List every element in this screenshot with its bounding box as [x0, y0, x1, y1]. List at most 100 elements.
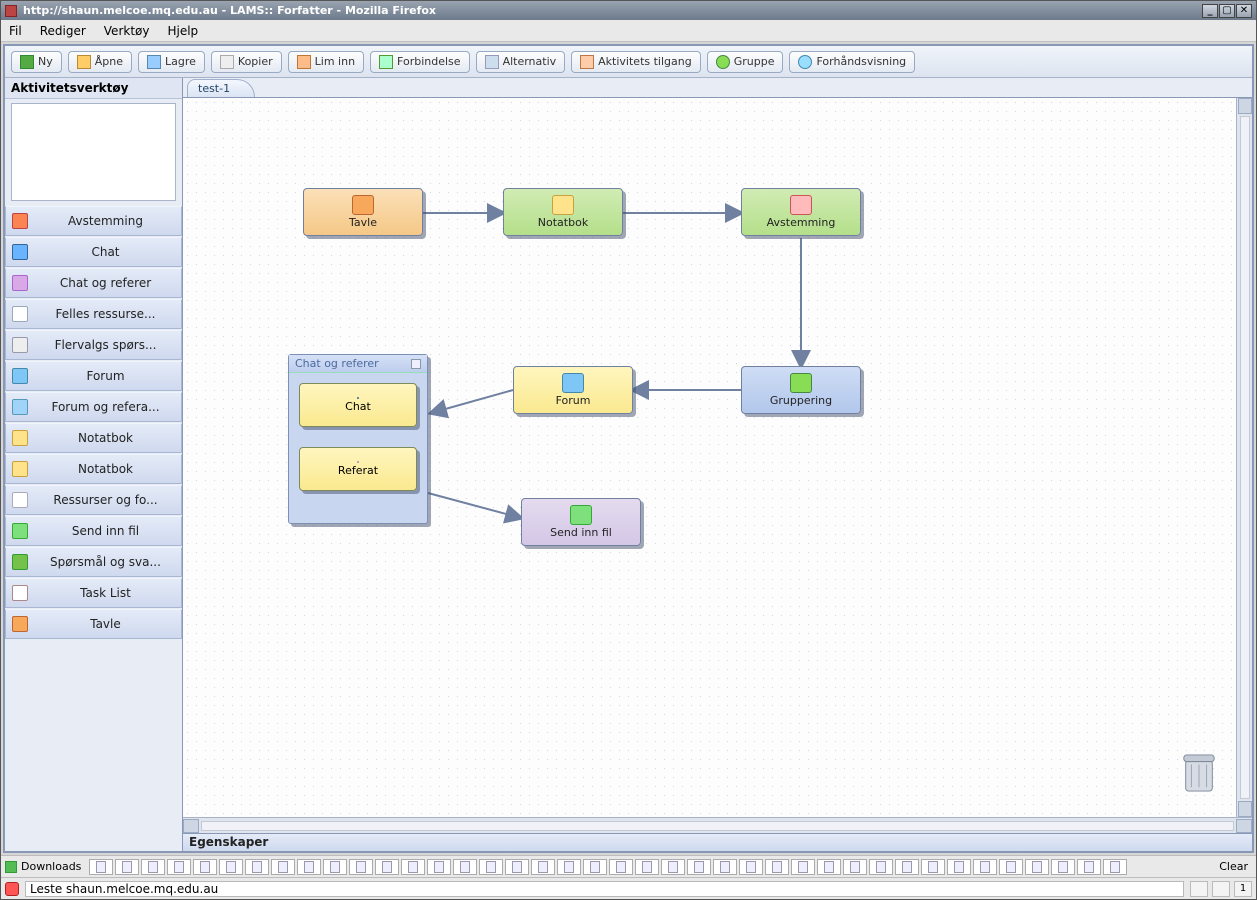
activity-tavle[interactable]: Tavle	[303, 188, 423, 236]
properties-panel-header[interactable]: Egenskaper	[183, 833, 1252, 851]
tool-notebook-1[interactable]: Notatbok	[5, 423, 182, 453]
downloads-label[interactable]: Downloads	[5, 860, 81, 873]
menu-fil[interactable]: Fil	[9, 24, 22, 38]
download-item[interactable]	[349, 859, 373, 875]
download-item[interactable]	[193, 859, 217, 875]
tool-qa[interactable]: Spørsmål og sva...	[5, 547, 182, 577]
download-item[interactable]	[531, 859, 555, 875]
download-item[interactable]	[505, 859, 529, 875]
activity-chat[interactable]: Chat	[299, 383, 417, 427]
tool-vote[interactable]: Avstemming	[5, 206, 182, 236]
download-item[interactable]	[479, 859, 503, 875]
download-item[interactable]	[947, 859, 971, 875]
scroll-right-icon[interactable]	[1236, 819, 1252, 833]
download-item[interactable]	[115, 859, 139, 875]
menu-verktoy[interactable]: Verktøy	[104, 24, 150, 38]
tool-forum[interactable]: Forum	[5, 361, 182, 391]
download-item[interactable]	[687, 859, 711, 875]
download-item[interactable]	[167, 859, 191, 875]
menu-rediger[interactable]: Rediger	[40, 24, 86, 38]
tool-shared-resources[interactable]: Felles ressurse...	[5, 299, 182, 329]
design-tab[interactable]: test-1	[187, 79, 255, 97]
tool-notebook-2[interactable]: Notatbok	[5, 454, 182, 484]
activity-forum[interactable]: Forum	[513, 366, 633, 414]
download-item[interactable]	[245, 859, 269, 875]
tb-gate[interactable]: Aktivitets tilgang	[571, 51, 701, 73]
activity-send-inn-fil[interactable]: Send inn fil	[521, 498, 641, 546]
tool-resources[interactable]: Ressurser og fo...	[5, 485, 182, 515]
download-item[interactable]	[817, 859, 841, 875]
download-item[interactable]	[1077, 859, 1101, 875]
window-close-button[interactable]: ✕	[1236, 4, 1252, 18]
window-maximize-button[interactable]: ▢	[1219, 4, 1235, 18]
download-item[interactable]	[921, 859, 945, 875]
design-canvas[interactable]: Tavle Notatbok Avstemming	[183, 98, 1236, 817]
downloads-clear-button[interactable]: Clear	[1215, 860, 1252, 873]
download-item[interactable]	[271, 859, 295, 875]
download-item[interactable]	[713, 859, 737, 875]
download-item[interactable]	[401, 859, 425, 875]
tb-group[interactable]: Gruppe	[707, 51, 784, 73]
download-item[interactable]	[1051, 859, 1075, 875]
status-indicator-2[interactable]	[1212, 881, 1230, 897]
download-item[interactable]	[869, 859, 893, 875]
download-item[interactable]	[609, 859, 633, 875]
tb-optional[interactable]: Alternativ	[476, 51, 566, 73]
download-item[interactable]	[791, 859, 815, 875]
menu-hjelp[interactable]: Hjelp	[167, 24, 198, 38]
file-icon	[850, 861, 860, 873]
download-item[interactable]	[843, 859, 867, 875]
download-item[interactable]	[1103, 859, 1127, 875]
download-item[interactable]	[323, 859, 347, 875]
tool-chat[interactable]: Chat	[5, 237, 182, 267]
scroll-left-icon[interactable]	[183, 819, 199, 833]
download-item[interactable]	[453, 859, 477, 875]
download-item[interactable]	[219, 859, 243, 875]
file-icon	[902, 861, 912, 873]
tool-forum-and-scribe[interactable]: Forum og refera...	[5, 392, 182, 422]
paste-icon	[297, 55, 311, 69]
tool-chat-and-scribe[interactable]: Chat og referer	[5, 268, 182, 298]
canvas-horizontal-scrollbar[interactable]	[183, 817, 1252, 833]
tb-new[interactable]: Ny	[11, 51, 62, 73]
tb-copy[interactable]: Kopier	[211, 51, 282, 73]
download-item[interactable]	[375, 859, 399, 875]
download-item[interactable]	[557, 859, 581, 875]
folder-open-icon	[77, 55, 91, 69]
download-item[interactable]	[895, 859, 919, 875]
activity-avstemming[interactable]: Avstemming	[741, 188, 861, 236]
canvas-vertical-scrollbar[interactable]	[1236, 98, 1252, 817]
download-item[interactable]	[141, 859, 165, 875]
download-item[interactable]	[297, 859, 321, 875]
tool-multiple-choice[interactable]: Flervalgs spørs...	[5, 330, 182, 360]
download-item[interactable]	[1025, 859, 1049, 875]
tool-scribe[interactable]: Tavle	[5, 609, 182, 639]
download-item[interactable]	[973, 859, 997, 875]
scroll-up-icon[interactable]	[1238, 98, 1252, 114]
tb-save[interactable]: Lagre	[138, 51, 205, 73]
activity-gruppering[interactable]: Gruppering	[741, 366, 861, 414]
container-collapse-icon[interactable]	[411, 359, 421, 369]
download-item[interactable]	[635, 859, 659, 875]
download-item[interactable]	[89, 859, 113, 875]
scroll-down-icon[interactable]	[1238, 801, 1252, 817]
window-minimize-button[interactable]: _	[1202, 4, 1218, 18]
download-item[interactable]	[583, 859, 607, 875]
tool-task-list[interactable]: Task List	[5, 578, 182, 608]
download-item[interactable]	[765, 859, 789, 875]
tb-open[interactable]: Åpne	[68, 51, 132, 73]
activity-referat[interactable]: Referat	[299, 447, 417, 491]
tb-paste[interactable]: Lim inn	[288, 51, 364, 73]
download-item[interactable]	[661, 859, 685, 875]
tb-preview[interactable]: Forhåndsvisning	[789, 51, 915, 73]
activity-notatbok[interactable]: Notatbok	[503, 188, 623, 236]
download-item[interactable]	[427, 859, 451, 875]
tb-transition[interactable]: Forbindelse	[370, 51, 470, 73]
activity-container-chat-referer[interactable]: Chat og referer Chat Referat	[288, 354, 428, 524]
tool-submit-file[interactable]: Send inn fil	[5, 516, 182, 546]
trash-bin[interactable]	[1180, 751, 1218, 795]
download-item[interactable]	[739, 859, 763, 875]
status-indicator-1[interactable]	[1190, 881, 1208, 897]
window-title: http://shaun.melcoe.mq.edu.au - LAMS:: F…	[23, 4, 436, 17]
download-item[interactable]	[999, 859, 1023, 875]
